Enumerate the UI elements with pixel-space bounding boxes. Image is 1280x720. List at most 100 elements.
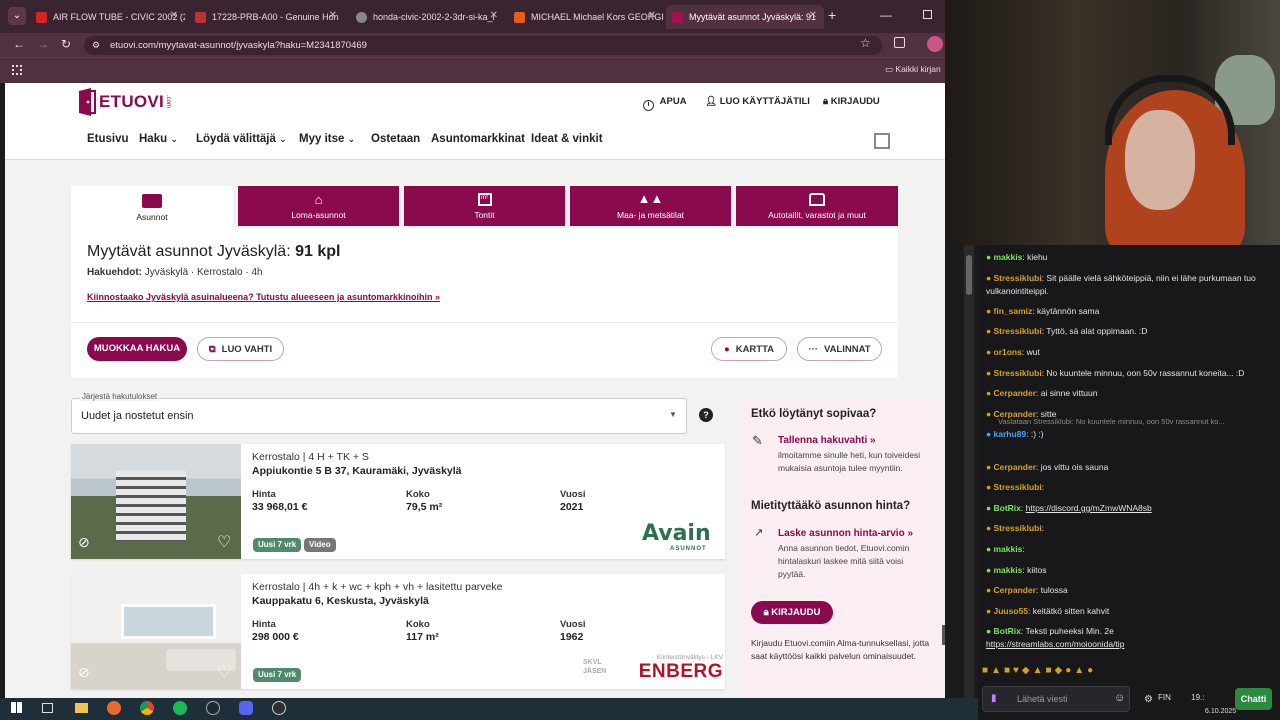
chat-username[interactable]: Stressiklubi: [994, 523, 1042, 533]
nav-loyda-valittaja[interactable]: Löydä välittäjä ⌄: [196, 133, 287, 145]
favorite-heart-icon[interactable]: ♡: [217, 662, 231, 682]
grid-layout-icon[interactable]: [874, 133, 890, 149]
page-scrollbar[interactable]: [964, 245, 974, 698]
area-info-link[interactable]: Kiinnostaako Jyväskylä asuinalueena? Tut…: [87, 292, 440, 302]
task-view-icon[interactable]: [42, 703, 53, 713]
price-estimate-link[interactable]: Laske asunnon hinta-arvio »: [778, 528, 913, 539]
chat-username[interactable]: Cerpander: [994, 585, 1037, 595]
agency-logo-enberg[interactable]: Kiinteistönvälitys - LKV ENBERG: [631, 654, 723, 683]
create-user-link[interactable]: 👤︎ LUO KÄYTTÄJÄTILI: [705, 96, 810, 107]
save-watch-link[interactable]: Tallenna hakuvahti »: [778, 435, 876, 446]
chrome-icon[interactable]: [140, 701, 154, 715]
listing-card[interactable]: ⊘ ♡ Kerrostalo | 4h + k + wc + kph + vh …: [71, 574, 725, 689]
chat-send-button[interactable]: Chatti: [1235, 688, 1272, 710]
chat-username[interactable]: makkis: [994, 565, 1023, 575]
browser-tab-1[interactable]: 17228-PRB-A00 - Genuine Hon ✕: [189, 5, 344, 29]
hide-icon[interactable]: ⊘: [78, 664, 90, 681]
chat-username[interactable]: Cerpander: [994, 462, 1037, 472]
bookmark-star-icon[interactable]: ☆: [860, 36, 871, 50]
nav-myy-itse[interactable]: Myy itse ⌄: [299, 133, 355, 145]
etuovi-logo[interactable]: ETUOVI .com: [78, 88, 171, 116]
favorite-heart-icon[interactable]: ♡: [217, 532, 231, 552]
chat-username[interactable]: Stressiklubi: [994, 482, 1042, 492]
forward-icon[interactable]: →: [37, 37, 49, 51]
browser-tab-2[interactable]: honda-civic-2002-2-3dr-si-ka_l ✕: [350, 5, 505, 29]
firefox-icon[interactable]: [107, 701, 121, 715]
tab-autotallit[interactable]: Autotallit, varastot ja muut: [736, 186, 898, 226]
file-explorer-icon[interactable]: [75, 703, 88, 713]
obs-icon[interactable]: [272, 701, 286, 715]
chat-text[interactable]: https://streamlabs.com/moioonida/tip: [986, 639, 1124, 649]
apps-grid-icon[interactable]: [12, 65, 22, 75]
edit-search-button[interactable]: MUOKKAA HAKUA: [87, 337, 187, 361]
nav-ideat-vinkit[interactable]: Ideat & vinkit: [531, 133, 603, 145]
sort-select[interactable]: Järjestä hakutulokset Uudet ja nostetut …: [71, 392, 687, 434]
tab-list-menu-icon[interactable]: ⌄: [8, 7, 26, 25]
start-icon[interactable]: [11, 702, 22, 713]
discord-icon[interactable]: [239, 701, 253, 715]
reload-icon[interactable]: ↻: [61, 37, 71, 51]
spotify-icon[interactable]: [173, 701, 187, 715]
close-tab-icon[interactable]: ✕: [648, 10, 656, 21]
options-button[interactable]: ··· VALINNAT: [797, 337, 882, 361]
hide-icon[interactable]: ⊘: [78, 534, 90, 551]
browser-tab-0[interactable]: AIR FLOW TUBE - CIVIC 2002 (2 ✕: [30, 5, 185, 29]
tab-loma-asunnot[interactable]: ⌂ Loma-asunnot: [238, 186, 399, 226]
browser-tab-4[interactable]: Myytävät asunnot Jyväskylä: 91 ✕: [666, 5, 824, 29]
chat-username[interactable]: Juuso55: [994, 606, 1029, 616]
chat-username[interactable]: fin_samiz: [994, 306, 1033, 316]
badge-icon: ▮: [991, 693, 997, 704]
chat-text[interactable]: https://discord.gg/mZmwWNA8sb: [1026, 503, 1152, 513]
chat-username[interactable]: makkis: [994, 544, 1023, 554]
close-tab-icon[interactable]: ✕: [329, 10, 337, 21]
chat-input[interactable]: ▮ Lähetä viesti ☺: [982, 686, 1130, 712]
listing-photo[interactable]: ⊘ ♡: [71, 444, 241, 559]
new-tab-icon[interactable]: +: [828, 7, 836, 23]
listing-card[interactable]: ⊘ ♡ Kerrostalo | 4 H + TK + S Appiukonti…: [71, 444, 725, 559]
emote-picker-icon[interactable]: ☺: [1114, 692, 1125, 704]
nav-etusivu[interactable]: Etusivu: [87, 133, 129, 145]
url-bar[interactable]: ⚙ etuovi.com/myytavat-asunnot/jyvaskyla?…: [84, 36, 882, 55]
browser-tab-3[interactable]: MICHAEL Michael Kors GEORGI ✕: [508, 5, 663, 29]
nav-haku[interactable]: Haku ⌄: [139, 133, 178, 145]
chat-username[interactable]: Stressiklubi: [994, 368, 1042, 378]
nav-ostetaan[interactable]: Ostetaan: [371, 133, 420, 145]
tab-tontit[interactable]: m² Tontit: [404, 186, 565, 226]
chat-username[interactable]: or1ons: [994, 347, 1022, 357]
login-link[interactable]: 🔒︎ KIRJAUDU: [823, 96, 880, 107]
chat-username[interactable]: Stressiklubi: [994, 273, 1042, 283]
steam-icon[interactable]: [206, 701, 220, 715]
help-question-icon[interactable]: ?: [699, 408, 713, 422]
chat-username[interactable]: BotRix: [994, 503, 1021, 513]
chat-username[interactable]: Stressiklubi: [994, 326, 1042, 336]
back-icon[interactable]: ←: [13, 37, 25, 51]
listing-photo[interactable]: ⊘ ♡: [71, 574, 241, 689]
sidebar-login-button[interactable]: 🔒︎ KIRJAUDU: [751, 601, 833, 624]
tab-maa-metsatilat[interactable]: ▲▲ Maa- ja metsätilat: [570, 186, 731, 226]
close-tab-icon[interactable]: ✕: [490, 10, 498, 21]
minimize-icon[interactable]: —: [880, 8, 892, 22]
chat-username[interactable]: BotRix: [994, 626, 1021, 636]
create-watch-button[interactable]: ⧉ LUO VAHTI: [197, 337, 284, 361]
close-tab-icon[interactable]: ✕: [170, 10, 178, 21]
agency-logo-avain[interactable]: Avain ASUNNOT: [642, 522, 717, 557]
bookmarks-folder[interactable]: ▭ Kaikki kirjan: [885, 64, 941, 75]
extensions-icon[interactable]: [894, 37, 905, 48]
chat-settings-icon[interactable]: ⚙: [1144, 694, 1153, 705]
scrollbar-thumb[interactable]: [966, 255, 972, 295]
profile-avatar[interactable]: [927, 36, 943, 52]
price-label: Hinta: [252, 619, 276, 630]
map-button[interactable]: ● KARTTA: [711, 337, 787, 361]
tab-asunnot[interactable]: Asunnot: [71, 186, 233, 228]
maximize-icon[interactable]: [923, 10, 932, 19]
chat-username[interactable]: karhu89: [994, 429, 1027, 439]
scroll-top-button[interactable]: ⌃: [942, 625, 945, 645]
chat-username[interactable]: makkis: [994, 252, 1023, 262]
help-link[interactable]: i APUA: [643, 96, 687, 111]
chat-text: Teksti puheeksi Min. 2e: [1025, 626, 1114, 636]
chat-username[interactable]: Cerpander: [994, 388, 1037, 398]
nav-asuntomarkkinat[interactable]: Asuntomarkkinat: [431, 133, 525, 145]
close-tab-icon[interactable]: ✕: [809, 10, 817, 21]
site-info-icon[interactable]: ⚙: [92, 36, 100, 55]
chat-message: ● Stressiklubi:: [986, 481, 1271, 494]
